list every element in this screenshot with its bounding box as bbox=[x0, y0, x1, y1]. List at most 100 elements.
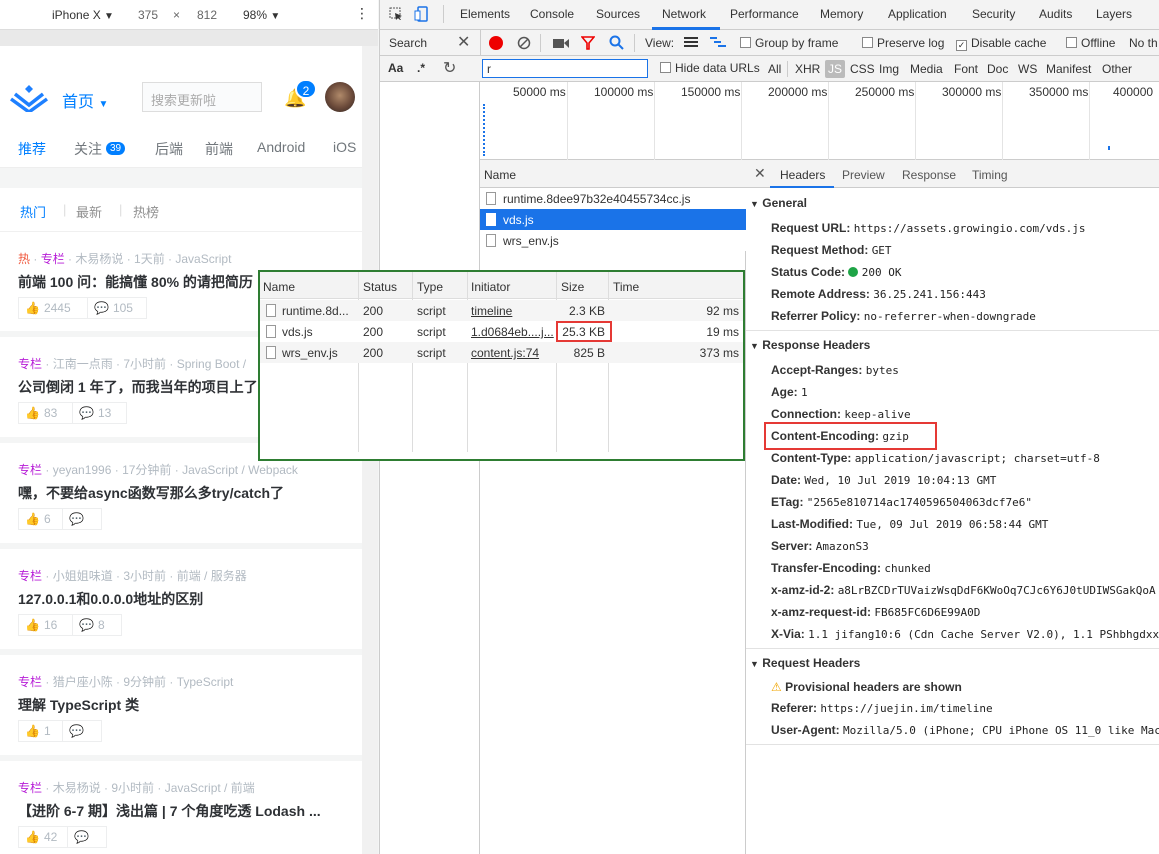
device-width[interactable]: 375 bbox=[138, 8, 158, 22]
initiator-link[interactable]: timeline bbox=[471, 304, 512, 318]
like-button[interactable]: 👍 83 bbox=[18, 402, 73, 424]
nav-item-android[interactable]: Android bbox=[257, 139, 305, 155]
nav-item-frontend[interactable]: 前端 bbox=[205, 139, 233, 159]
col-header-initiator[interactable]: Initiator bbox=[471, 280, 510, 294]
search-icon[interactable] bbox=[609, 35, 624, 50]
request-row[interactable]: runtime.8dee97b32e40455734cc.js bbox=[480, 188, 746, 209]
screenshot-icon[interactable] bbox=[553, 37, 569, 49]
device-height[interactable]: 812 bbox=[197, 8, 217, 22]
type-filter-img[interactable]: Img bbox=[879, 62, 899, 76]
comment-button[interactable]: 💬 bbox=[67, 826, 107, 848]
device-select[interactable]: iPhone X ▼ bbox=[52, 8, 114, 22]
sort-tab-ranking[interactable]: 热榜 bbox=[133, 202, 159, 221]
preserve-log-checkbox[interactable]: Preserve log bbox=[862, 36, 944, 50]
refresh-icon[interactable]: ↻ bbox=[443, 58, 456, 78]
article-title[interactable]: 嘿，不要给async函数写那么多try/catch了 bbox=[18, 483, 338, 503]
nav-item-recommend[interactable]: 推荐 bbox=[18, 139, 46, 159]
type-filter-manifest[interactable]: Manifest bbox=[1046, 62, 1091, 76]
type-filter-doc[interactable]: Doc bbox=[987, 62, 1008, 76]
article-title[interactable]: 理解 TypeScript 类 bbox=[18, 695, 338, 715]
filter-icon[interactable] bbox=[581, 36, 595, 50]
col-header-type[interactable]: Type bbox=[417, 280, 443, 294]
like-button[interactable]: 👍 2445 bbox=[18, 297, 88, 319]
tab-network[interactable]: Network bbox=[662, 7, 706, 21]
comment-button[interactable]: 💬 8 bbox=[72, 614, 122, 636]
hide-data-urls-checkbox[interactable]: Hide data URLs bbox=[660, 61, 760, 75]
group-by-frame-checkbox[interactable]: Group by frame bbox=[740, 36, 838, 50]
nav-item-ios[interactable]: iOS bbox=[333, 139, 356, 155]
device-toggle-icon[interactable] bbox=[414, 6, 430, 22]
tab-preview[interactable]: Preview bbox=[842, 168, 885, 182]
sort-tab-hot[interactable]: 热门 bbox=[20, 202, 46, 221]
tab-memory[interactable]: Memory bbox=[820, 7, 863, 21]
juejin-logo-icon[interactable] bbox=[10, 82, 48, 112]
tab-console[interactable]: Console bbox=[530, 7, 574, 21]
initiator-link[interactable]: content.js:74 bbox=[471, 346, 539, 360]
like-button[interactable]: 👍 6 bbox=[18, 508, 63, 530]
type-filter-font[interactable]: Font bbox=[954, 62, 978, 76]
type-filter-ws[interactable]: WS bbox=[1018, 62, 1037, 76]
close-icon[interactable]: ✕ bbox=[754, 165, 766, 182]
like-button[interactable]: 👍 42 bbox=[18, 826, 68, 848]
match-case-button[interactable]: Aa bbox=[388, 61, 403, 75]
tab-performance[interactable]: Performance bbox=[730, 7, 799, 21]
comment-button[interactable]: 💬 bbox=[62, 508, 102, 530]
request-headers-toggle[interactable]: ▼ Request Headers bbox=[750, 656, 860, 670]
type-filter-css[interactable]: CSS bbox=[850, 62, 875, 76]
zoom-select[interactable]: 98% ▼ bbox=[243, 8, 280, 22]
throttling-select[interactable]: No th bbox=[1129, 36, 1158, 50]
disable-cache-checkbox[interactable]: ✓ Disable cache bbox=[956, 36, 1046, 51]
col-header-name[interactable]: Name bbox=[263, 280, 295, 294]
list-item[interactable]: 专栏 · 木易杨说 · 9小时前 · JavaScript / 前端 【进阶 6… bbox=[0, 767, 362, 854]
col-header-time[interactable]: Time bbox=[613, 280, 639, 294]
clear-icon[interactable] bbox=[517, 36, 531, 50]
name-column-header[interactable]: Name bbox=[484, 168, 516, 182]
regex-button[interactable]: .* bbox=[417, 61, 425, 75]
request-row[interactable]: wrs_env.js bbox=[480, 230, 746, 251]
col-header-status[interactable]: Status bbox=[363, 280, 397, 294]
comment-button[interactable]: 💬 105 bbox=[87, 297, 147, 319]
close-icon[interactable]: ✕ bbox=[457, 32, 470, 52]
list-item[interactable]: 专栏 · 猎户座小陈 · 9分钟前 · TypeScript 理解 TypeSc… bbox=[0, 661, 362, 761]
response-headers-toggle[interactable]: ▼ Response Headers bbox=[750, 338, 870, 352]
list-item[interactable]: 专栏 · 小姐姐味道 · 3小时前 · 前端 / 服务器 127.0.0.1和0… bbox=[0, 555, 362, 655]
type-filter-all[interactable]: All bbox=[768, 62, 781, 76]
list-view-icon[interactable] bbox=[684, 36, 698, 48]
tab-sources[interactable]: Sources bbox=[596, 7, 640, 21]
tab-elements[interactable]: Elements bbox=[460, 7, 510, 21]
record-icon[interactable] bbox=[489, 36, 503, 50]
type-filter-media[interactable]: Media bbox=[910, 62, 943, 76]
article-title[interactable]: 127.0.0.1和0.0.0.0地址的区别 bbox=[18, 589, 338, 609]
type-filter-js[interactable]: JS bbox=[825, 60, 846, 78]
more-options-icon[interactable]: ⋮ bbox=[355, 5, 369, 22]
filter-input[interactable]: r bbox=[482, 59, 648, 78]
tab-application[interactable]: Application bbox=[888, 7, 947, 21]
col-header-size[interactable]: Size bbox=[561, 280, 584, 294]
inspect-icon[interactable] bbox=[389, 7, 403, 21]
tab-timing[interactable]: Timing bbox=[972, 168, 1008, 182]
tab-response[interactable]: Response bbox=[902, 168, 956, 182]
tab-headers[interactable]: Headers bbox=[780, 168, 825, 182]
offline-checkbox[interactable]: Offline bbox=[1066, 36, 1115, 50]
list-item[interactable]: 专栏 · yeyan1996 · 17分钟前 · JavaScript / We… bbox=[0, 449, 362, 549]
comment-button[interactable]: 💬 bbox=[62, 720, 102, 742]
type-filter-other[interactable]: Other bbox=[1102, 62, 1132, 76]
article-title[interactable]: 【进阶 6-7 期】浅出篇 | 7 个角度吃透 Lodash ... bbox=[18, 801, 338, 821]
home-menu[interactable]: 首页 ▼ bbox=[62, 88, 108, 112]
waterfall-view-icon[interactable] bbox=[710, 36, 726, 48]
nav-item-backend[interactable]: 后端 bbox=[155, 139, 183, 159]
like-button[interactable]: 👍 16 bbox=[18, 614, 73, 636]
like-button[interactable]: 👍 1 bbox=[18, 720, 63, 742]
tab-audits[interactable]: Audits bbox=[1039, 7, 1072, 21]
avatar[interactable] bbox=[325, 82, 355, 112]
type-filter-xhr[interactable]: XHR bbox=[795, 62, 820, 76]
initiator-link[interactable]: 1.d0684eb....j... bbox=[471, 325, 554, 339]
request-row-selected[interactable]: vds.js bbox=[480, 209, 746, 230]
nav-item-follow[interactable]: 关注 bbox=[74, 139, 102, 159]
tab-security[interactable]: Security bbox=[972, 7, 1015, 21]
tab-layers[interactable]: Layers bbox=[1096, 7, 1132, 21]
general-section-toggle[interactable]: ▼ General bbox=[750, 196, 807, 210]
search-input[interactable]: 搜索更新啦 bbox=[142, 82, 262, 112]
sort-tab-newest[interactable]: 最新 bbox=[76, 202, 102, 221]
timeline-overview[interactable]: 50000 ms 100000 ms 150000 ms 200000 ms 2… bbox=[480, 82, 1159, 160]
